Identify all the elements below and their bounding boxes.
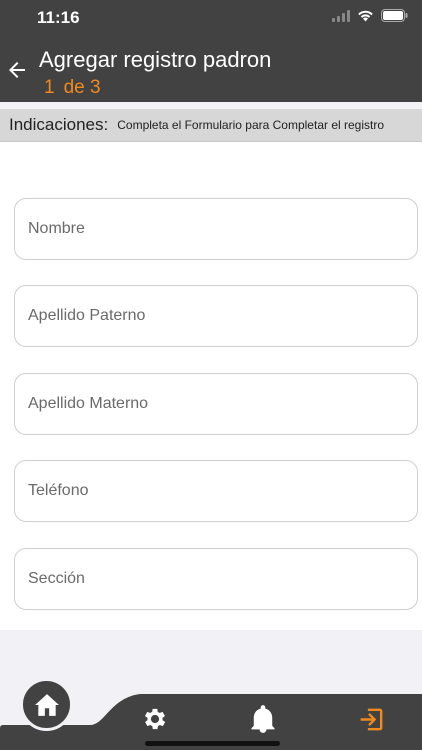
battery-icon (381, 9, 408, 22)
indications-bar: Indicaciones: Completa el Formulario par… (0, 109, 422, 142)
app-header: 11:16 Agregar registro padron 1 de 3 (0, 0, 422, 102)
home-indicator (145, 741, 280, 746)
status-time: 11:16 (37, 8, 80, 27)
field-placeholder: Nombre (28, 220, 85, 237)
step-label: de 3 (63, 77, 101, 98)
wifi-icon (358, 10, 373, 21)
status-bar: 11:16 (0, 0, 422, 36)
indications-text: Completa el Formulario para Completar el… (117, 118, 385, 132)
field-placeholder: Teléfono (28, 482, 89, 499)
exit-icon[interactable] (357, 705, 386, 734)
step-indicator: 1 de 3 (44, 77, 110, 99)
indications-label: Indicaciones: (9, 115, 109, 134)
form-panel: Nombre Apellido Paterno Apellido Materno… (0, 142, 422, 630)
telefono-field[interactable]: Teléfono (14, 460, 418, 522)
bell-icon[interactable] (249, 704, 277, 734)
page-title: Agregar registro padron (39, 47, 272, 72)
signal-icon (332, 9, 350, 22)
home-button[interactable] (20, 678, 73, 731)
field-placeholder: Apellido Paterno (28, 307, 146, 324)
step-current: 1 (44, 77, 55, 98)
back-arrow-icon[interactable] (5, 58, 29, 82)
seccion-field[interactable]: Sección (14, 548, 418, 610)
field-placeholder: Sección (28, 570, 85, 587)
home-icon (34, 693, 59, 716)
nombre-field[interactable]: Nombre (14, 198, 418, 260)
gear-icon[interactable] (141, 705, 169, 733)
apellido-materno-field[interactable]: Apellido Materno (14, 373, 418, 435)
apellido-paterno-field[interactable]: Apellido Paterno (14, 285, 418, 347)
status-icons (332, 9, 408, 22)
field-placeholder: Apellido Materno (28, 395, 149, 412)
